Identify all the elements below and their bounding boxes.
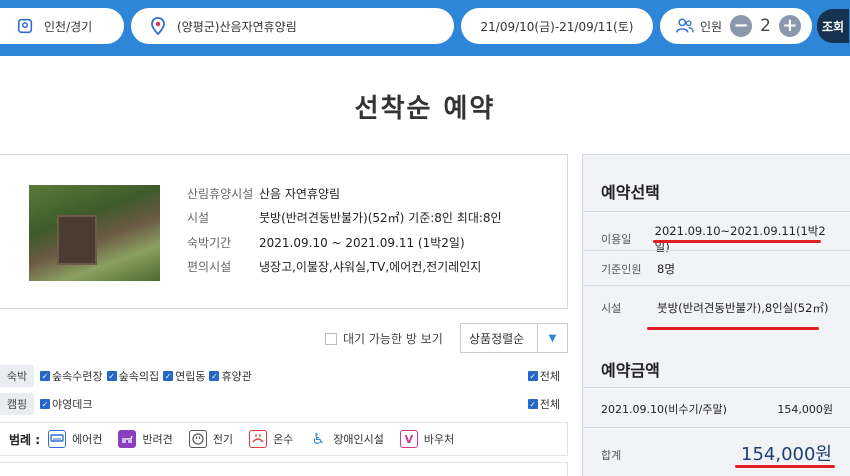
decrease-people-button[interactable]: −	[730, 15, 753, 37]
page-title: 선착순 예약	[354, 94, 496, 124]
total-price: 154,000원	[741, 444, 832, 465]
facility-photo	[29, 185, 160, 281]
people-count: 2	[760, 16, 771, 36]
voucher-icon: V	[399, 430, 418, 448]
selection-title: 예약선택	[601, 183, 660, 202]
checkmark-icon: ✓	[527, 399, 538, 409]
stay-tag: 숙박	[0, 365, 34, 387]
info-row-period: 숙박기간 2021.09.10 ~ 2021.09.11 (1박2일)	[187, 236, 465, 250]
price-line-item: 2021.09.10(비수기/주말) 154,000원	[601, 401, 833, 417]
people-stepper: 인원 − 2 +	[660, 8, 812, 44]
amenity-legend: 범례 : 에어컨 반려견 전기 온수 ♿ 장애인시설 V 바우처	[0, 422, 568, 456]
people-icon	[674, 15, 696, 37]
base-people-value: 8명	[657, 262, 675, 276]
waitlist-checkbox[interactable]: 대기 가능한 방 보기	[325, 330, 443, 347]
result-list-header	[0, 462, 568, 476]
checkbox-icon[interactable]	[325, 332, 337, 345]
region-selector[interactable]: 인천/경기	[0, 8, 124, 44]
camping-filter-row: 캠핑 ✓ 야영데크 ✓ 전체	[0, 392, 568, 416]
line-item-price: 154,000원	[777, 403, 833, 416]
stay-filter-row: 숙박 ✓ 숲속수련장 ✓ 숲속의집 ✓ 연립동 ✓ 휴양관 ✓ 전체	[0, 364, 568, 388]
forest-selector[interactable]: (양평군)산음자연휴양림	[131, 8, 454, 44]
camping-tag: 캠핑	[0, 393, 34, 415]
legend-item-voucher: V 바우처	[399, 430, 454, 448]
people-label: 인원	[700, 19, 723, 34]
filter-stay-option-2[interactable]: ✓ 숲속의집	[106, 368, 159, 384]
checkmark-icon: ✓	[527, 371, 538, 381]
wheelchair-icon: ♿	[311, 430, 326, 448]
checkmark-icon: ✓	[106, 371, 117, 381]
checkmark-icon: ✓	[40, 371, 50, 381]
filter-camping-option-1[interactable]: ✓ 야영데크	[40, 396, 92, 412]
filter-stay-option-4[interactable]: ✓ 휴양관	[209, 368, 252, 384]
location-pin-icon	[147, 15, 169, 37]
air-conditioner-icon	[48, 430, 67, 448]
filter-camping-all[interactable]: ✓ 전체	[527, 396, 560, 412]
top-search-bar: 인천/경기 (양평군)산음자연휴양림 21/09/10(금)-21/09/11(…	[0, 0, 850, 56]
line-item-date: 2021.09.10(비수기/주말)	[601, 403, 727, 416]
checkmark-icon: ✓	[40, 399, 50, 409]
facility-row: 시설 붓방(반려견동반불가),8인실(52㎡)	[601, 301, 829, 315]
search-button[interactable]: 조회	[817, 9, 849, 43]
date-range-label: 21/09/10(금)-21/09/11(토)	[480, 19, 634, 34]
reservation-summary-panel: 예약선택 이용일 2021.09.10~2021.09.11(1박2일) 기준인…	[582, 154, 850, 476]
dropdown-arrow-icon: ▼	[537, 324, 567, 352]
filter-stay-all[interactable]: ✓ 전체	[527, 368, 560, 384]
sort-select[interactable]: 상품정렬순 ▼	[460, 323, 568, 353]
info-row-amenities: 편의시설 냉장고,이불장,샤워실,TV,에어컨,전기레인지	[187, 260, 482, 274]
highlight-underline	[653, 240, 821, 243]
legend-item-electric: 전기	[188, 430, 233, 448]
base-people-row: 기준인원 8명	[601, 262, 675, 276]
amount-title: 예약금액	[601, 361, 660, 380]
facility-value: 붓방(반려견동반불가),8인실(52㎡)	[657, 301, 829, 315]
legend-item-aircon: 에어컨	[48, 430, 102, 448]
filter-stay-option-1[interactable]: ✓ 숲속수련장	[40, 368, 103, 384]
dog-icon	[118, 430, 137, 448]
info-row-forest: 산림휴양시설 산음 자연휴양림	[187, 187, 341, 201]
legend-item-hotwater: 온수	[249, 430, 293, 448]
legend-item-accessible: ♿ 장애인시설	[309, 430, 384, 448]
info-row-facility: 시설 붓방(반려견동반불가)(52㎡) 기준:8인 최대:8인	[187, 211, 502, 225]
map-icon	[14, 15, 36, 37]
plug-icon	[188, 430, 207, 448]
facility-info-panel: 산림휴양시설 산음 자연휴양림 시설 붓방(반려견동반불가)(52㎡) 기준:8…	[0, 154, 568, 309]
hot-water-icon	[249, 430, 268, 448]
forest-label: (양평군)산음자연휴양림	[177, 19, 297, 34]
checkmark-icon: ✓	[163, 371, 174, 381]
highlight-underline	[735, 465, 835, 468]
region-label: 인천/경기	[44, 19, 93, 34]
date-range-selector[interactable]: 21/09/10(금)-21/09/11(토)	[461, 8, 653, 44]
checkmark-icon: ✓	[209, 371, 220, 381]
increase-people-button[interactable]: +	[778, 15, 801, 37]
legend-title: 범례 :	[9, 432, 41, 447]
highlight-underline	[647, 327, 819, 330]
legend-item-pet: 반려견	[118, 430, 173, 448]
filter-stay-option-3[interactable]: ✓ 연립동	[163, 368, 205, 384]
